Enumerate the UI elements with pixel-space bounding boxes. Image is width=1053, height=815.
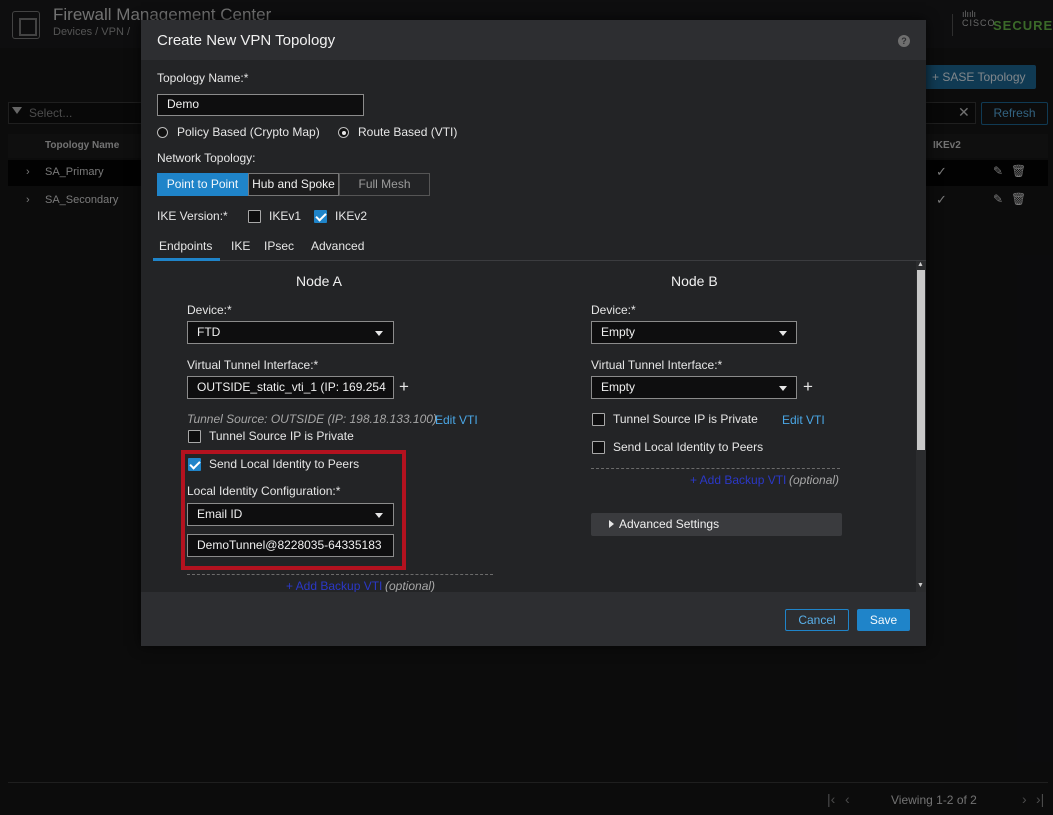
node-b-device-value: Empty: [601, 325, 636, 339]
node-b-vti-value: Empty: [601, 380, 636, 394]
ikev2-checkbox[interactable]: [314, 210, 327, 223]
tabs-divider: [153, 260, 926, 261]
node-a-optional-label: (optional): [385, 579, 436, 593]
node-a-tunnel-private-label: Tunnel Source IP is Private: [209, 429, 354, 443]
topology-full-mesh[interactable]: Full Mesh: [339, 173, 430, 196]
node-a-tunnel-source: Tunnel Source: OUTSIDE (IP: 198.18.133.1…: [187, 412, 437, 426]
node-a-add-vti-icon[interactable]: +: [399, 377, 409, 397]
node-a-edit-vti-link[interactable]: Edit VTI: [435, 413, 478, 427]
node-a-vti-value: OUTSIDE_static_vti_1 (IP: 169.254: [197, 380, 386, 394]
node-b-tunnel-private-label: Tunnel Source IP is Private: [613, 412, 758, 426]
dialog-title: Create New VPN Topology: [157, 32, 336, 49]
scroll-down-icon[interactable]: ▼: [917, 582, 924, 589]
scrollbar-thumb[interactable]: [917, 270, 925, 450]
help-icon[interactable]: ?: [898, 35, 910, 47]
save-button[interactable]: Save: [857, 609, 910, 631]
tab-ike[interactable]: IKE: [231, 239, 250, 253]
node-a-vti-label: Virtual Tunnel Interface:*: [187, 358, 319, 372]
topology-hub-and-spoke[interactable]: Hub and Spoke: [248, 173, 339, 196]
node-b-device-select[interactable]: Empty: [591, 321, 797, 344]
route-based-radio[interactable]: [338, 127, 349, 138]
policy-based-label: Policy Based (Crypto Map): [177, 125, 320, 139]
topology-point-to-point[interactable]: Point to Point: [157, 173, 248, 196]
node-b-vti-select[interactable]: Empty: [591, 376, 797, 399]
node-b-add-backup-vti-link[interactable]: + Add Backup VTI: [690, 473, 786, 487]
topology-name-label: Topology Name:*: [157, 71, 249, 85]
node-b-device-label: Device:*: [591, 303, 636, 317]
node-a-device-value: FTD: [197, 325, 221, 339]
chevron-down-icon: [779, 331, 787, 336]
ikev1-label: IKEv1: [269, 209, 302, 223]
node-a-add-backup-vti-link[interactable]: + Add Backup VTI: [286, 579, 382, 593]
network-topology-label: Network Topology:: [157, 151, 256, 165]
node-b-optional-label: (optional): [789, 473, 840, 487]
policy-based-radio[interactable]: [157, 127, 168, 138]
node-b-dashed-divider: [591, 468, 840, 469]
node-b-add-vti-icon[interactable]: +: [803, 377, 813, 397]
highlight-box: [181, 450, 406, 570]
route-based-label: Route Based (VTI): [358, 125, 458, 139]
node-b-send-identity-label: Send Local Identity to Peers: [613, 440, 764, 454]
create-vpn-topology-dialog: Create New VPN Topology ? Topology Name:…: [141, 20, 926, 646]
node-a-device-select[interactable]: FTD: [187, 321, 394, 344]
node-a-title: Node A: [296, 273, 342, 289]
node-a-dashed-divider: [187, 574, 493, 575]
chevron-down-icon: [779, 386, 787, 391]
node-b-send-identity-checkbox[interactable]: [592, 441, 605, 454]
scroll-up-icon[interactable]: ▲: [917, 261, 924, 268]
node-b-tunnel-private-checkbox[interactable]: [592, 413, 605, 426]
tab-endpoints[interactable]: Endpoints: [159, 239, 212, 253]
ike-version-label: IKE Version:*: [157, 209, 228, 223]
ikev2-label: IKEv2: [335, 209, 368, 223]
active-tab-indicator: [153, 258, 220, 261]
cancel-button[interactable]: Cancel: [785, 609, 849, 631]
advanced-settings-label: Advanced Settings: [619, 517, 720, 531]
node-b-vti-label: Virtual Tunnel Interface:*: [591, 358, 723, 372]
node-a-device-label: Device:*: [187, 303, 232, 317]
caret-right-icon: [609, 520, 614, 528]
node-b-title: Node B: [671, 273, 718, 289]
tab-ipsec[interactable]: IPsec: [264, 239, 294, 253]
node-b-edit-vti-link[interactable]: Edit VTI: [782, 413, 825, 427]
tab-advanced[interactable]: Advanced: [311, 239, 364, 253]
node-a-vti-select[interactable]: OUTSIDE_static_vti_1 (IP: 169.254: [187, 376, 394, 399]
node-a-tunnel-private-checkbox[interactable]: [188, 430, 201, 443]
topology-name-input[interactable]: Demo: [157, 94, 364, 116]
chevron-down-icon: [375, 331, 383, 336]
ikev1-checkbox[interactable]: [248, 210, 261, 223]
